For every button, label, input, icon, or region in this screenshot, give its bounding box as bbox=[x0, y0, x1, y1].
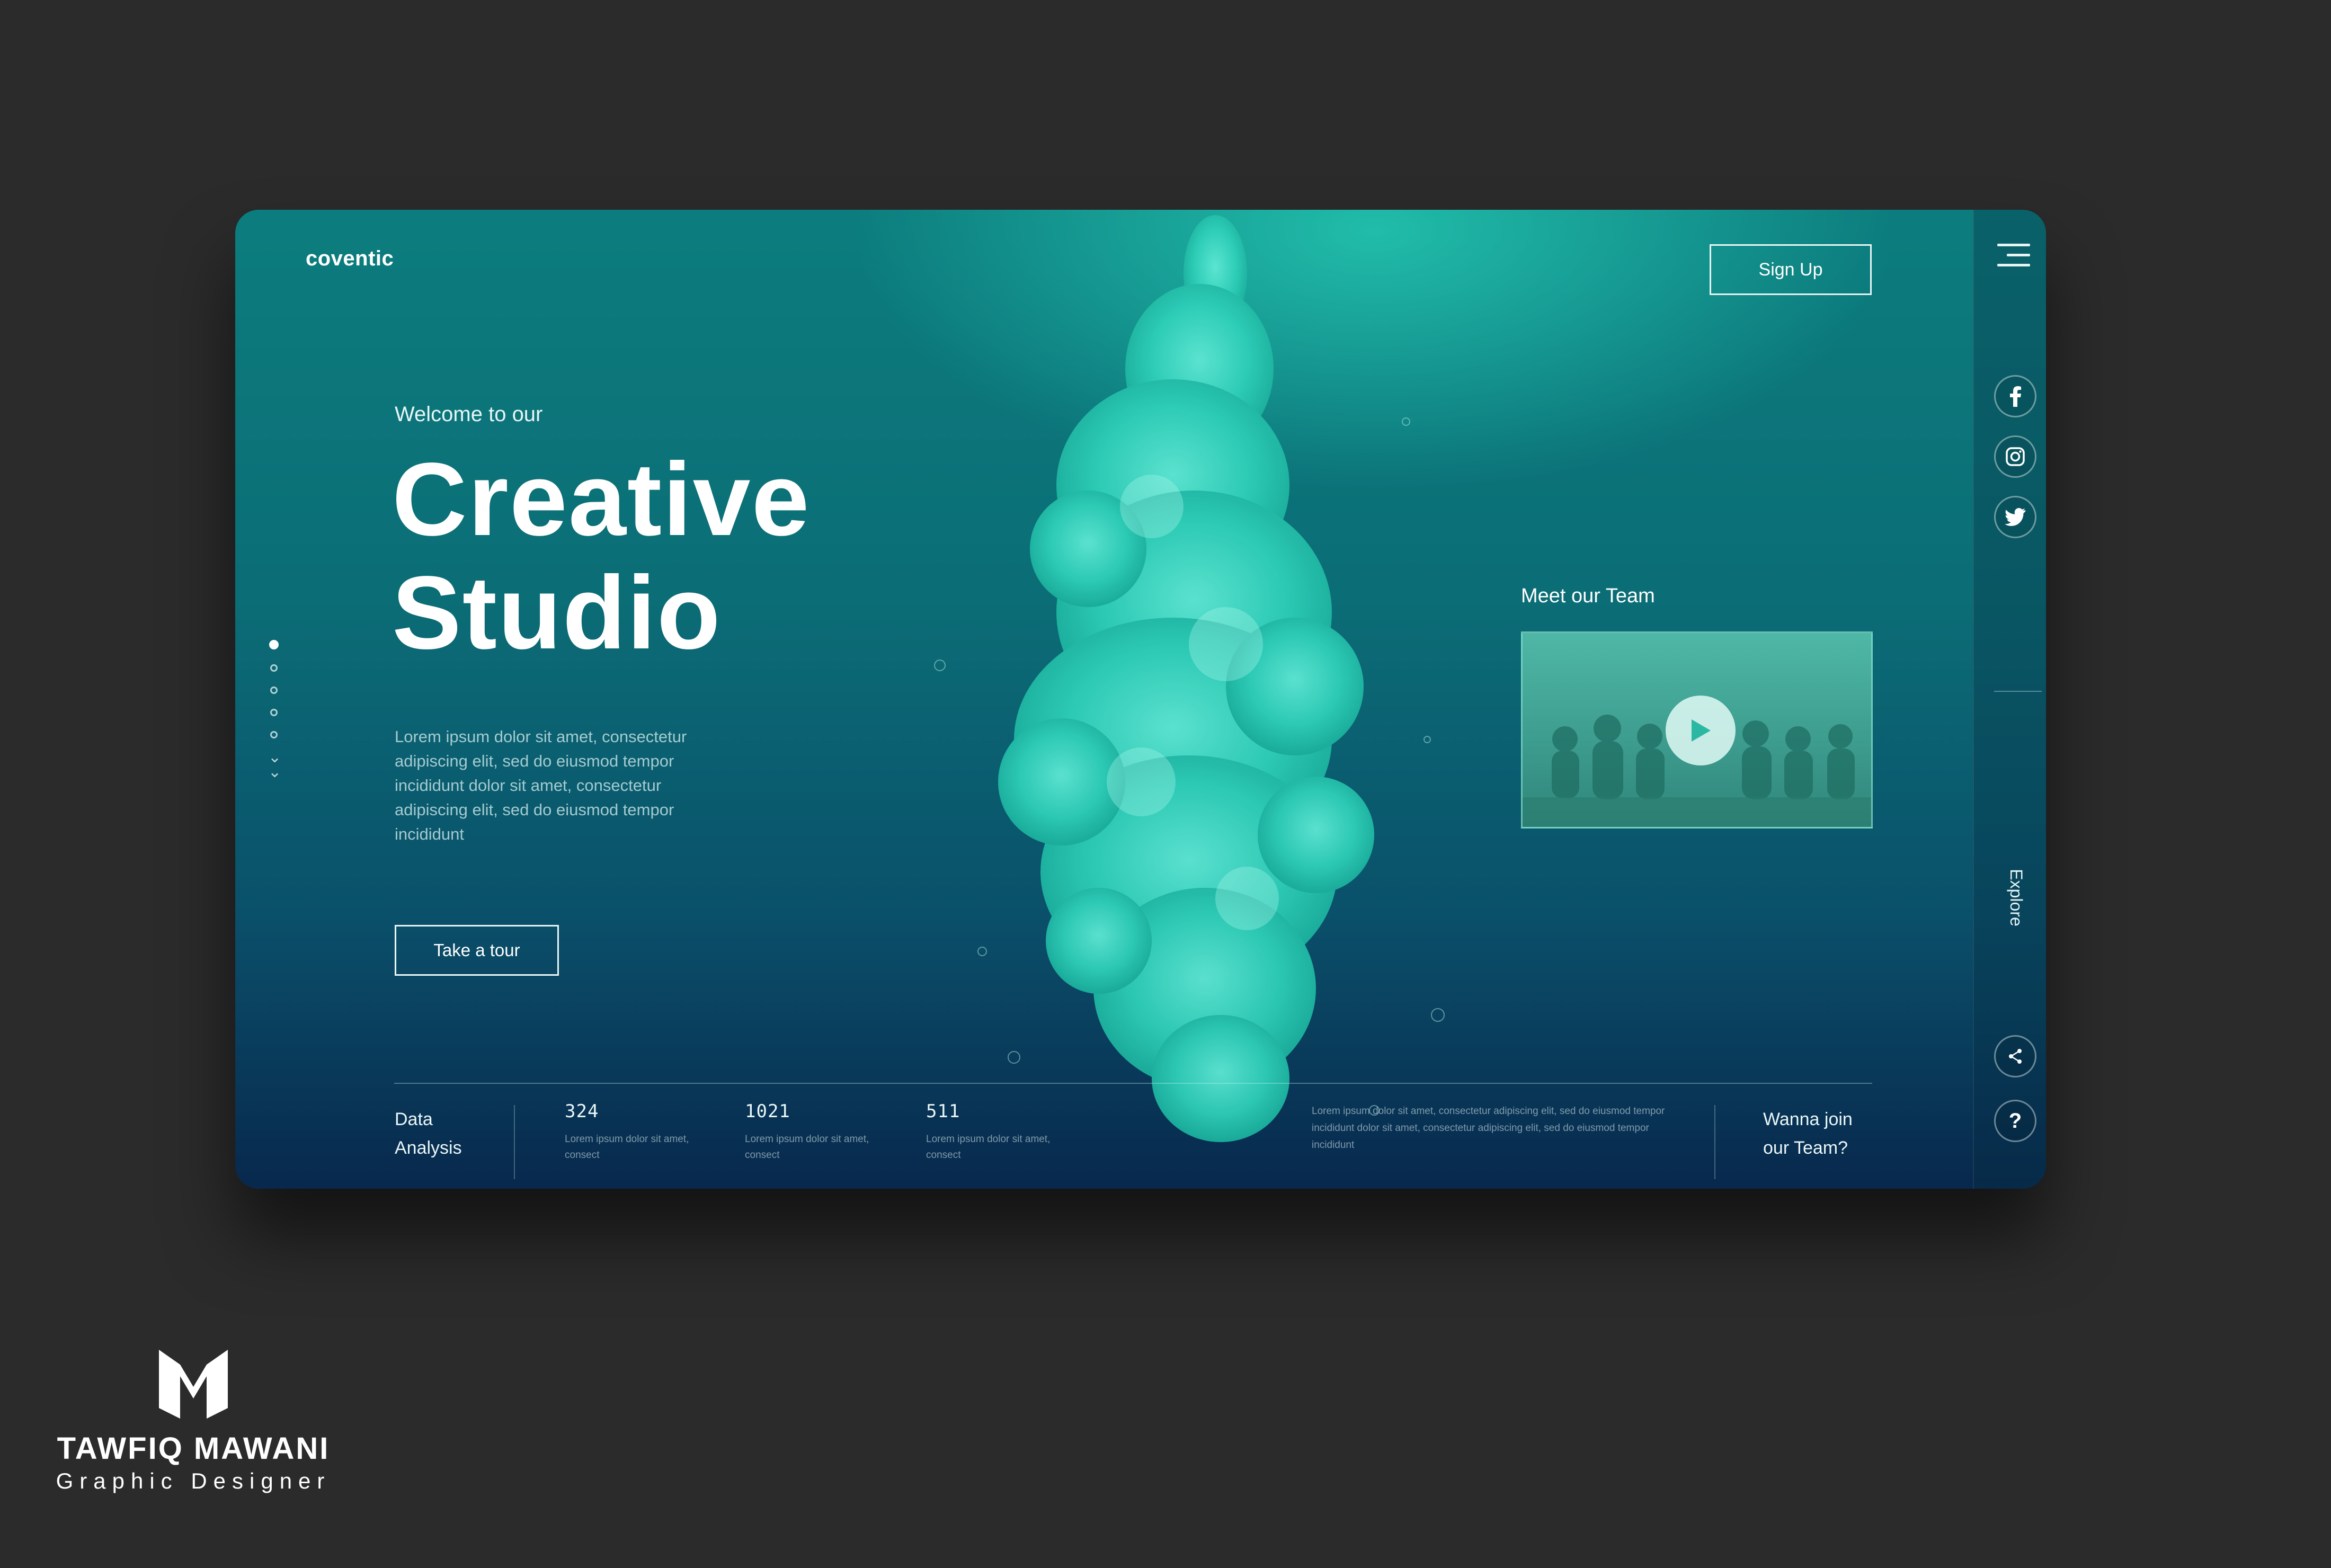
pager-dot[interactable] bbox=[270, 687, 278, 694]
stat-value: 324 bbox=[565, 1101, 599, 1122]
explore-link[interactable]: Explore bbox=[2006, 869, 2026, 926]
pager-dot[interactable] bbox=[270, 709, 278, 716]
stat-value: 1021 bbox=[745, 1101, 790, 1122]
pager-dot[interactable] bbox=[270, 664, 278, 672]
landing-page-card: coventic Sign Up Welcome to our Creative… bbox=[235, 210, 2046, 1189]
meet-team-label: Meet our Team bbox=[1521, 585, 1655, 607]
pager-dot[interactable] bbox=[270, 731, 278, 738]
hero-description: Lorem ipsum dolor sit amet, consectetur … bbox=[395, 727, 687, 843]
hamburger-menu-icon[interactable] bbox=[1997, 244, 2030, 274]
share-icon[interactable] bbox=[1994, 1035, 2036, 1077]
slide-pager: ⌄ ⌄ bbox=[268, 640, 281, 780]
take-a-tour-button[interactable]: Take a tour bbox=[395, 925, 559, 976]
stat-item: 1021 Lorem ipsum dolor sit amet, consect bbox=[745, 1101, 898, 1163]
stat-description: Lorem ipsum dolor sit amet, consect bbox=[926, 1134, 1051, 1161]
hero-title: Creative Studio bbox=[392, 443, 811, 670]
footer-separator bbox=[1714, 1105, 1715, 1179]
chevron-double-down-icon[interactable]: ⌄ ⌄ bbox=[268, 750, 281, 780]
designer-monogram-logo bbox=[159, 1350, 228, 1419]
team-video-thumbnail[interactable] bbox=[1521, 631, 1873, 828]
designer-credit: TAWFIQ MAWANI Graphic Designer bbox=[32, 1350, 355, 1494]
hero-title-line-1: Creative bbox=[392, 441, 811, 557]
stat-description: Lorem ipsum dolor sit amet, consect bbox=[565, 1134, 689, 1161]
ink-cloud-illustration bbox=[934, 215, 1445, 1142]
stat-item: 511 Lorem ipsum dolor sit amet, consect bbox=[926, 1101, 1080, 1163]
footer-divider bbox=[394, 1083, 1872, 1084]
stat-description: Lorem ipsum dolor sit amet, consect bbox=[745, 1134, 869, 1161]
play-icon bbox=[1692, 719, 1711, 742]
footer-description: Lorem ipsum dolor sit amet, consectetur … bbox=[1312, 1106, 1665, 1151]
play-button[interactable] bbox=[1666, 696, 1736, 765]
stat-value: 511 bbox=[926, 1101, 960, 1122]
help-icon[interactable]: ? bbox=[1994, 1100, 2036, 1142]
welcome-text: Welcome to our bbox=[395, 403, 543, 426]
pager-dot-active[interactable] bbox=[269, 640, 279, 649]
instagram-icon[interactable] bbox=[1994, 435, 2036, 478]
footer-separator bbox=[514, 1105, 515, 1179]
data-analysis-label: Data Analysis bbox=[395, 1109, 462, 1158]
twitter-icon[interactable] bbox=[1994, 496, 2036, 538]
brand-logo[interactable]: coventic bbox=[306, 247, 394, 271]
join-team-link[interactable]: Wanna join our Team? bbox=[1763, 1105, 1853, 1162]
facebook-icon[interactable] bbox=[1994, 375, 2036, 417]
right-sidebar: Explore ? bbox=[1973, 210, 2046, 1189]
designer-name: TAWFIQ MAWANI bbox=[57, 1431, 330, 1466]
sidebar-divider bbox=[1994, 691, 2042, 692]
designer-role: Graphic Designer bbox=[56, 1468, 331, 1493]
hero-title-line-2: Studio bbox=[392, 555, 722, 671]
stat-item: 324 Lorem ipsum dolor sit amet, consect bbox=[565, 1101, 718, 1163]
sign-up-button[interactable]: Sign Up bbox=[1710, 244, 1872, 295]
